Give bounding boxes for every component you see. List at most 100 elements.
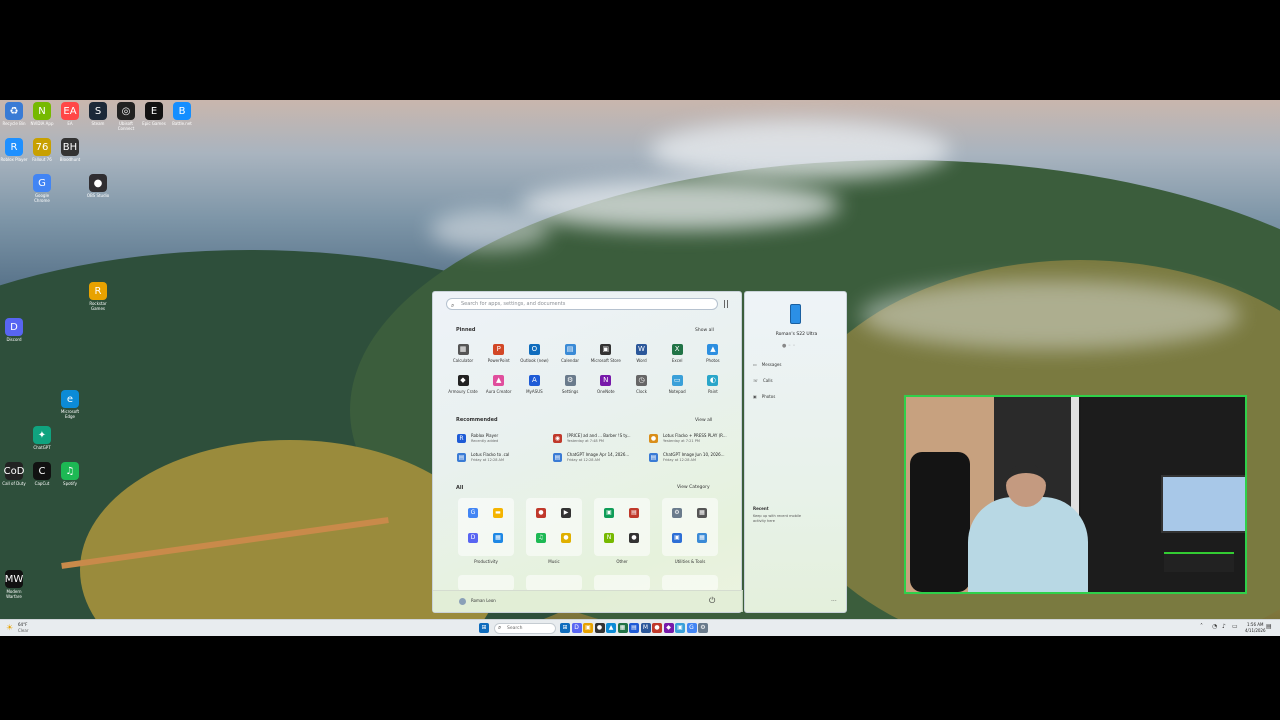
phone-status-icons: ● ◦ ◦ bbox=[782, 343, 796, 349]
desktop-icon-chatgpt[interactable]: ✦ ChatGPT bbox=[28, 426, 56, 455]
desktop-icon-call-of-duty[interactable]: CoD Call of Duty bbox=[0, 462, 28, 491]
pinned-aura-creator[interactable]: ▲ Aura Creator bbox=[482, 375, 516, 394]
desktop-icon-rockstar-games-launcher[interactable]: RRockstar Games Launcher bbox=[84, 282, 112, 311]
taskbar-app-icon[interactable]: ◆ bbox=[663, 623, 674, 633]
weather-desc[interactable]: Clear bbox=[18, 628, 28, 633]
desktop-icon-nvidia-app[interactable]: N NVIDIA App bbox=[28, 102, 56, 131]
recommended-item[interactable]: R Roblox Player Recently added bbox=[457, 432, 549, 446]
weather-icon[interactable]: ☀ bbox=[6, 623, 13, 632]
taskbar-app-icon[interactable]: ▤ bbox=[629, 623, 639, 633]
recommended-view-all-button[interactable]: View all bbox=[695, 418, 712, 423]
recommended-subtitle: Recently added bbox=[471, 439, 499, 443]
pinned-calculator[interactable]: ▦ Calculator bbox=[446, 344, 480, 363]
recommended-item[interactable]: ▤ Lotus Flacko to .cal Friday at 12:28 AM bbox=[457, 451, 549, 465]
taskbar-app-icon[interactable]: M bbox=[640, 623, 651, 633]
category-folder-more[interactable] bbox=[662, 575, 718, 591]
clock-time[interactable]: 1:56 AM bbox=[1247, 622, 1263, 627]
pinned-excel[interactable]: X Excel bbox=[660, 344, 694, 363]
taskbar-app-icon[interactable]: D bbox=[571, 623, 582, 633]
taskbar-search-box[interactable]: ⌕ Search bbox=[494, 623, 556, 634]
start-button[interactable]: ⊞ bbox=[479, 623, 489, 633]
taskbar-app-icon[interactable]: ▣ bbox=[675, 623, 685, 633]
desktop-icon-spotify[interactable]: ♫ Spotify bbox=[56, 462, 84, 491]
notifications-icon[interactable]: ▤ bbox=[1266, 623, 1272, 630]
desktop-icon-ea[interactable]: EA EA bbox=[56, 102, 84, 131]
weather-temp[interactable]: 64°F bbox=[18, 622, 27, 627]
desktop-icon-steam[interactable]: S Steam bbox=[84, 102, 112, 131]
phone-item-photos[interactable]: ▣ Photos bbox=[753, 394, 775, 399]
microsoft-store-icon: ▣ bbox=[600, 344, 612, 355]
pinned-word[interactable]: W Word bbox=[625, 344, 659, 363]
desktop-icon-label: Modern Warfare bbox=[6, 589, 22, 599]
tray-chevron-icon[interactable]: ˄ bbox=[1200, 623, 1203, 630]
user-name[interactable]: Roman Leon bbox=[471, 598, 496, 603]
pinned-powerpoint[interactable]: P PowerPoint bbox=[482, 344, 516, 363]
desktop-icon-battle-net[interactable]: B Battle.net bbox=[168, 102, 196, 131]
start-menu-more-icon[interactable] bbox=[724, 300, 728, 308]
desktop-icon-recycle-bin[interactable]: ♻ Recycle Bin bbox=[0, 102, 28, 131]
taskbar-app-icon[interactable]: ⚙ bbox=[698, 623, 708, 633]
recycle-bin-icon: ♻ bbox=[5, 102, 23, 120]
taskbar-app-icon[interactable]: ▣ bbox=[583, 623, 593, 633]
desktop-icon-epic-games[interactable]: E Epic Games bbox=[140, 102, 168, 131]
pinned-label: Aura Creator bbox=[485, 389, 512, 394]
pinned-label: Clock bbox=[636, 389, 647, 394]
pinned-myasus[interactable]: A MyASUS bbox=[517, 375, 551, 394]
tray-battery-icon[interactable]: ▭ bbox=[1232, 623, 1238, 630]
category-folder-more[interactable] bbox=[526, 575, 582, 591]
category-folder-utilities-tools[interactable]: ⚙ ▦ ▣ ▦ bbox=[662, 498, 718, 556]
desktop-icon-obs-studio[interactable]: ● OBS Studio bbox=[84, 174, 112, 203]
desktop-icon-ubisoft-connect[interactable]: ◎ Ubisoft Connect bbox=[112, 102, 140, 131]
desktop-icon-bloodhunt[interactable]: BH Bloodhunt bbox=[56, 138, 84, 167]
category-app-icon: ⚙ bbox=[672, 508, 682, 518]
desktop-icon-fallout-76[interactable]: 76 Fallout 76 bbox=[28, 138, 56, 167]
user-avatar-icon[interactable] bbox=[459, 598, 466, 605]
pinned-clock[interactable]: ◷ Clock bbox=[625, 375, 659, 394]
recommended-item[interactable]: ◉ [PRICE] ad and ... Barber !S ty... Yeste… bbox=[553, 432, 645, 446]
pinned-armoury-crate[interactable]: ◆ Armoury Crate bbox=[446, 375, 480, 394]
start-search-input[interactable]: ⌕ Search for apps, settings, and documen… bbox=[446, 298, 718, 310]
desktop-icon-modern-warfare[interactable]: MW Modern Warfare bbox=[0, 570, 28, 599]
category-folder-productivity[interactable]: G ▬ D ▦ bbox=[458, 498, 514, 556]
pinned-calendar[interactable]: ▤ Calendar bbox=[553, 344, 587, 363]
desktop-icon-discord[interactable]: D Discord bbox=[0, 318, 28, 347]
pinned-notepad[interactable]: ▭ Notepad bbox=[660, 375, 694, 394]
phone-icon: ☏ bbox=[753, 378, 759, 383]
clock-date[interactable]: 4/11/2026 bbox=[1245, 628, 1266, 633]
pinned-photos[interactable]: ▲ Photos bbox=[696, 344, 730, 363]
recommended-item[interactable]: ▤ ChatGPT Image Jun 10, 2026... Friday at … bbox=[649, 451, 741, 465]
taskbar-app-icon[interactable]: ▲ bbox=[606, 623, 616, 633]
pinned-settings[interactable]: ⚙ Settings bbox=[553, 375, 587, 394]
taskbar-app-icon[interactable]: ● bbox=[652, 623, 662, 633]
category-folder-more[interactable] bbox=[594, 575, 650, 591]
pinned-outlook-new[interactable]: O Outlook (new) bbox=[517, 344, 551, 363]
pinned-paint[interactable]: ◐ Paint bbox=[696, 375, 730, 394]
recommended-subtitle: Yesterday at 7:21 PM bbox=[663, 439, 700, 443]
taskbar-app-icon[interactable]: ▦ bbox=[617, 623, 628, 633]
armoury-crate-icon: ◆ bbox=[457, 375, 469, 386]
recommended-item[interactable]: ● Lotus Flacko + PRESS PLAY (R... Yesterda… bbox=[649, 432, 741, 446]
taskbar-app-icon[interactable]: ● bbox=[594, 623, 605, 633]
desktop-icon-label: ChatGPT bbox=[33, 445, 51, 450]
category-folder-other[interactable]: ▣ ▤ N ● bbox=[594, 498, 650, 556]
desktop-icon-google-chrome[interactable]: G Google Chrome bbox=[28, 174, 56, 203]
phone-item-calls[interactable]: ☏ Calls bbox=[753, 378, 773, 383]
pinned-show-all-button[interactable]: Show all bbox=[695, 328, 714, 333]
pinned-onenote[interactable]: N OneNote bbox=[589, 375, 623, 394]
tray-volume-icon[interactable]: ♪ bbox=[1222, 623, 1226, 630]
taskbar-app-icon[interactable]: G bbox=[686, 623, 697, 633]
desktop-icon-capcut[interactable]: C CapCut bbox=[28, 462, 56, 491]
category-folder-music[interactable]: ● ▶ ♫ ● bbox=[526, 498, 582, 556]
pinned-microsoft-store[interactable]: ▣ Microsoft Store bbox=[589, 344, 623, 363]
tray-network-icon[interactable]: ◔ bbox=[1212, 623, 1217, 630]
obs-studio-icon: ● bbox=[89, 174, 107, 192]
desktop-icon-microsoft-edge[interactable]: e Microsoft Edge bbox=[56, 390, 84, 419]
desktop-icon-roblox-player[interactable]: R Roblox Player bbox=[0, 138, 28, 167]
view-category-button[interactable]: View Category bbox=[677, 485, 710, 490]
phone-item-messages[interactable]: ▭ Messages bbox=[753, 362, 781, 367]
taskbar-app-icon[interactable]: ⊞ bbox=[560, 623, 570, 633]
recommended-item[interactable]: ▤ ChatGPT Image Apr 14, 2026... Friday at … bbox=[553, 451, 645, 465]
category-folder-more[interactable] bbox=[458, 575, 514, 591]
power-icon[interactable]: ⏻ bbox=[709, 596, 715, 606]
phone-more-icon[interactable]: ··· bbox=[831, 598, 837, 605]
